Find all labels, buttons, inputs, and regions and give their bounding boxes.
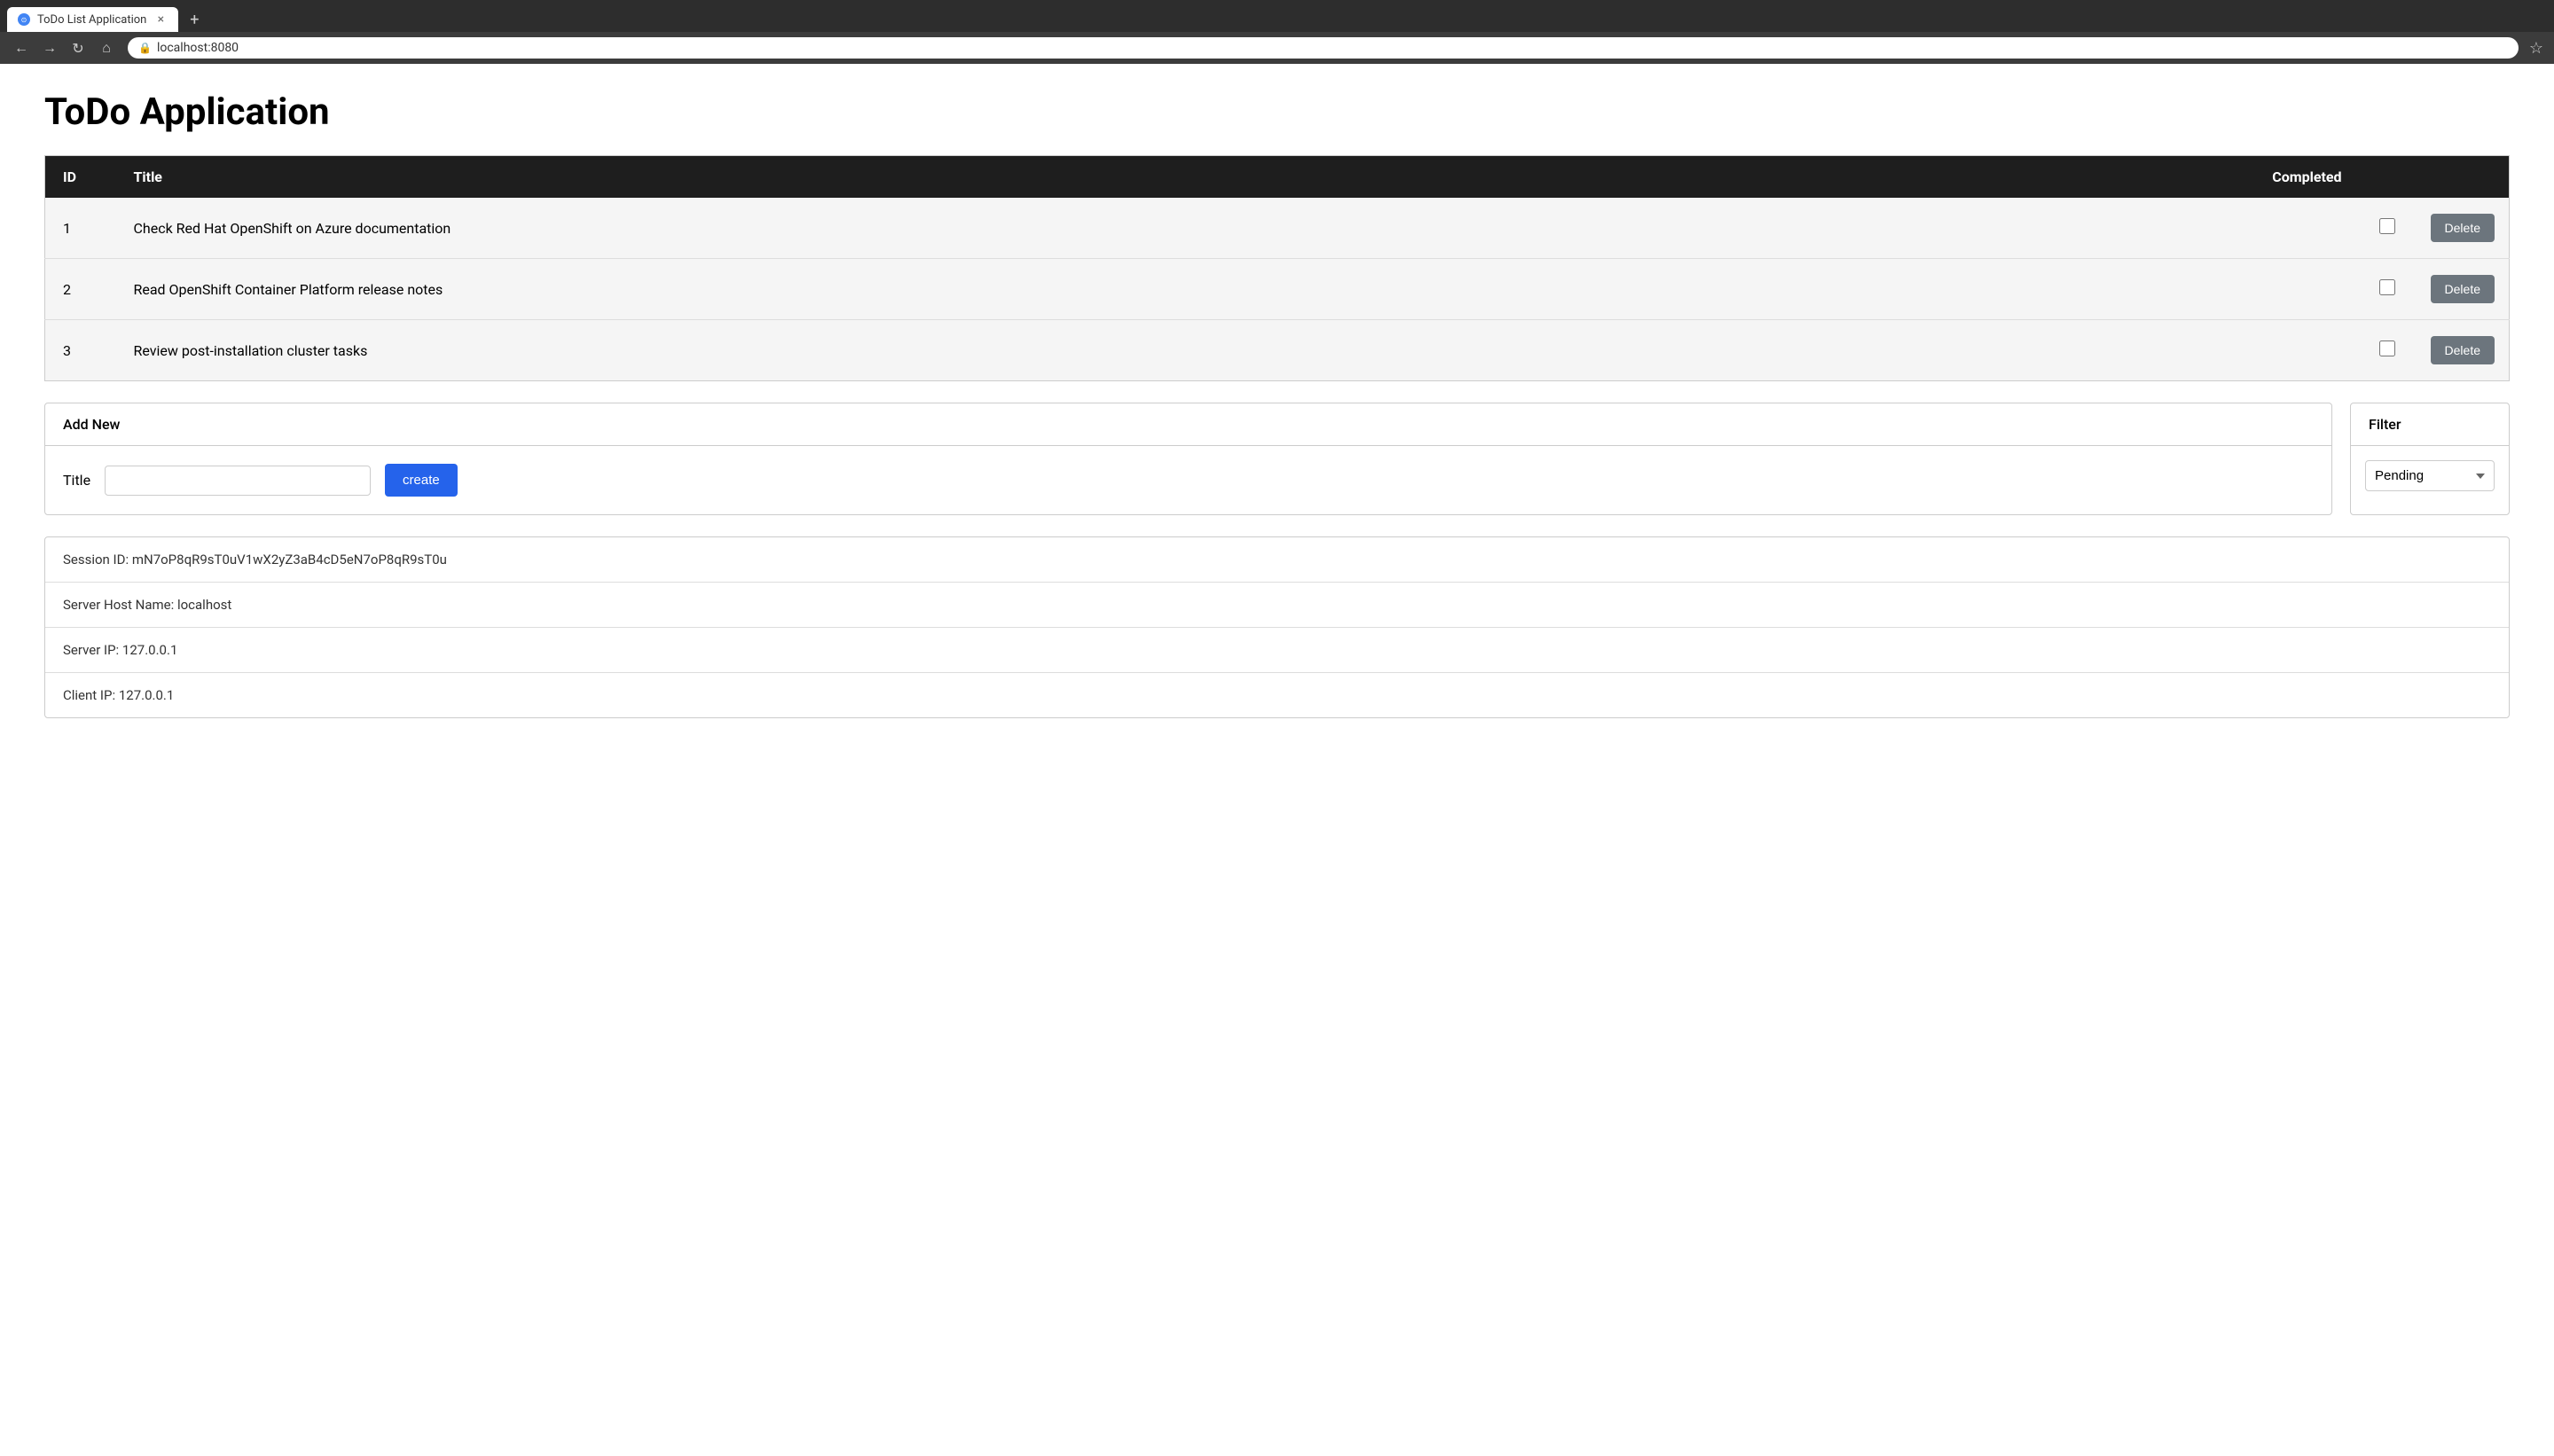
bookmark-icon[interactable]: ☆	[2529, 39, 2543, 58]
delete-button[interactable]: Delete	[2431, 336, 2495, 364]
session-id-value: mN7oP8qR9sT0uV1wX2yZ3aB4cD5eN7oP8qR9sT0u	[132, 552, 447, 568]
server-host-row: Server Host Name: localhost	[45, 583, 2509, 628]
reload-button[interactable]: ↻	[67, 37, 89, 59]
client-ip-label: Client IP:	[63, 687, 115, 703]
col-header-title: Title	[116, 156, 1702, 199]
filter-header: Filter	[2351, 403, 2509, 446]
completed-checkbox[interactable]	[2379, 218, 2395, 234]
nav-buttons: ← → ↻ ⌂	[11, 37, 117, 59]
tab-close-button[interactable]: ×	[153, 12, 168, 27]
cell-id: 2	[45, 259, 116, 320]
cell-title: Check Red Hat OpenShift on Azure documen…	[116, 198, 1702, 259]
page-content: ToDo Application ID Title Completed 1 Ch…	[0, 64, 2554, 1449]
forward-button[interactable]: →	[39, 37, 60, 59]
table-row: 1 Check Red Hat OpenShift on Azure docum…	[45, 198, 2510, 259]
server-ip-label: Server IP:	[63, 642, 119, 658]
tab-favicon: ⊙	[18, 13, 30, 26]
page-title: ToDo Application	[44, 90, 2510, 134]
server-ip-value: 127.0.0.1	[122, 642, 177, 658]
server-ip-row: Server IP: 127.0.0.1	[45, 628, 2509, 673]
table-row: 2 Read OpenShift Container Platform rele…	[45, 259, 2510, 320]
completed-checkbox[interactable]	[2379, 279, 2395, 295]
delete-button[interactable]: Delete	[2431, 214, 2495, 242]
address-bar: ← → ↻ ⌂ 🔒 localhost:8080 ☆	[0, 32, 2554, 64]
todo-table: ID Title Completed 1 Check Red Hat OpenS…	[44, 155, 2510, 381]
lock-icon: 🔒	[138, 42, 152, 54]
title-input[interactable]	[105, 466, 371, 496]
add-new-body: Title create	[45, 446, 2331, 514]
cell-id: 3	[45, 320, 116, 381]
home-button[interactable]: ⌂	[96, 37, 117, 59]
add-new-header: Add New	[45, 403, 2331, 446]
browser-chrome: ⊙ ToDo List Application × + ← → ↻ ⌂ 🔒 lo…	[0, 0, 2554, 64]
address-text: localhost:8080	[157, 41, 239, 55]
session-id-row: Session ID: mN7oP8qR9sT0uV1wX2yZ3aB4cD5e…	[45, 537, 2509, 583]
filter-body: PendingCompletedAll	[2351, 446, 2509, 505]
active-tab[interactable]: ⊙ ToDo List Application ×	[7, 7, 178, 32]
session-id-label: Session ID:	[63, 552, 129, 568]
address-input[interactable]: 🔒 localhost:8080	[128, 37, 2519, 59]
back-button[interactable]: ←	[11, 37, 32, 59]
tab-title: ToDo List Application	[37, 13, 146, 27]
table-header-row: ID Title Completed	[45, 156, 2510, 199]
cell-actions: Delete	[2413, 198, 2510, 259]
delete-button[interactable]: Delete	[2431, 275, 2495, 303]
table-row: 3 Review post-installation cluster tasks…	[45, 320, 2510, 381]
server-host-value: localhost	[177, 597, 231, 613]
create-button[interactable]: create	[385, 464, 458, 497]
cell-title: Read OpenShift Container Platform releas…	[116, 259, 1702, 320]
bottom-section: Add New Title create Filter PendingCompl…	[44, 403, 2510, 515]
new-tab-button[interactable]: +	[182, 7, 207, 32]
col-header-actions	[2413, 156, 2510, 199]
cell-actions: Delete	[2413, 320, 2510, 381]
col-header-id: ID	[45, 156, 116, 199]
title-label: Title	[63, 472, 90, 489]
cell-actions: Delete	[2413, 259, 2510, 320]
cell-id: 1	[45, 198, 116, 259]
tab-bar: ⊙ ToDo List Application × +	[0, 0, 2554, 32]
cell-title: Review post-installation cluster tasks	[116, 320, 1702, 381]
cell-completed	[1702, 320, 2413, 381]
cell-completed	[1702, 259, 2413, 320]
client-ip-value: 127.0.0.1	[119, 687, 174, 703]
filter-select[interactable]: PendingCompletedAll	[2365, 460, 2495, 491]
client-ip-row: Client IP: 127.0.0.1	[45, 673, 2509, 717]
filter-panel: Filter PendingCompletedAll	[2350, 403, 2510, 515]
completed-checkbox[interactable]	[2379, 341, 2395, 356]
session-info: Session ID: mN7oP8qR9sT0uV1wX2yZ3aB4cD5e…	[44, 536, 2510, 718]
server-host-label: Server Host Name:	[63, 597, 174, 613]
add-new-panel: Add New Title create	[44, 403, 2332, 515]
cell-completed	[1702, 198, 2413, 259]
col-header-completed: Completed	[1702, 156, 2413, 199]
